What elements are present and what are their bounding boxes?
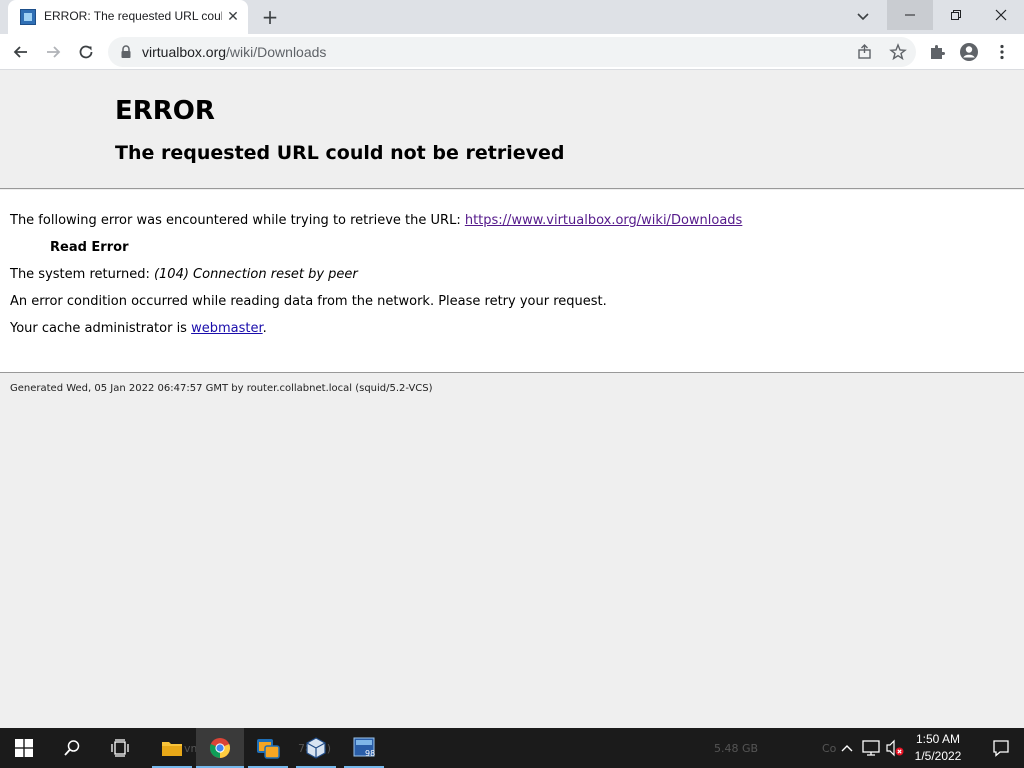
error-url-line: The following error was encountered whil… [10,213,742,228]
webmaster-link[interactable]: webmaster [191,321,263,336]
share-icon[interactable] [856,43,874,61]
taskbar: vms 78 (5) 5.48 GB Co [0,728,1024,768]
show-hidden-icons-button[interactable] [837,738,857,758]
clock-date: 1/5/2022 [914,749,962,763]
error-description: An error condition occurred while readin… [10,294,607,309]
network-icon [862,740,880,756]
arrow-left-icon [13,46,27,58]
file-explorer-button[interactable] [148,728,196,768]
clock-time: 1:50 AM [915,732,961,746]
search-icon [64,740,80,756]
lock-icon[interactable] [120,45,132,59]
cache-admin-period: . [262,321,267,336]
cache-admin-label: Your cache administrator is [10,321,192,336]
requested-url-link[interactable]: https://www.virtualbox.org/wiki/Download… [465,213,743,228]
bookmark-star-icon[interactable] [889,43,907,61]
favicon-icon [20,9,36,25]
system-returned-line: The system returned: (104) Connection re… [10,267,358,282]
chevron-down-icon [857,13,869,21]
tab-close-icon[interactable]: ✕ [224,8,242,26]
page-subtitle: The requested URL could not be retrieved [115,142,565,164]
new-tab-button[interactable]: + [258,5,282,29]
minimize-icon [905,14,915,16]
tab-search-button[interactable] [852,6,874,28]
error-header: ERROR The requested URL could not be ret… [0,71,1024,189]
network-tray-button[interactable] [861,738,881,758]
restore-button[interactable] [933,0,979,30]
start-button[interactable] [0,728,48,768]
error-body: The following error was encountered whil… [0,190,1024,373]
volume-tray-button[interactable] [885,738,905,758]
reload-icon [79,45,93,59]
virtualbox-button[interactable] [292,728,340,768]
search-button[interactable] [48,728,96,768]
page-title: ERROR [115,96,215,126]
taskbar-clock[interactable]: 1:50 AM 1/5/2022 [906,731,970,765]
vm-window-button[interactable]: 98 [340,728,388,768]
task-view-icon [111,739,129,757]
web-page: ERROR The requested URL could not be ret… [0,71,1024,728]
close-icon [995,9,1007,21]
url-host: virtualbox.org [142,44,227,60]
tab-strip: ERROR: The requested URL could not be re… [0,0,1024,34]
chevron-up-icon [841,745,853,752]
avatar-icon [960,43,978,61]
folder-icon [162,742,182,756]
virtualbox-icon [306,737,326,759]
browser-menu-button[interactable] [992,42,1012,62]
speaker-muted-icon [886,739,904,757]
url-text[interactable]: virtualbox.org/wiki/Downloads [142,44,326,60]
address-bar[interactable]: virtualbox.org/wiki/Downloads [108,37,916,67]
url-path: /wiki/Downloads [226,44,327,60]
tab-title: ERROR: The requested URL could not be re… [44,9,222,23]
error-type: Read Error [50,240,129,255]
chrome-icon [209,738,231,759]
chrome-button[interactable] [196,728,244,768]
back-button[interactable] [8,39,34,65]
kebab-menu-icon [1000,44,1004,60]
browser-toolbar: virtualbox.org/wiki/Downloads [0,34,1024,70]
profile-button[interactable] [959,42,979,62]
taskbar-ghost-label: Co [822,742,837,755]
action-center-button[interactable] [978,728,1024,768]
notification-icon [993,740,1009,757]
restore-icon [951,10,961,20]
cache-admin-line: Your cache administrator is webmaster. [10,321,267,336]
vm-window-icon: 98 [353,737,375,758]
close-window-button[interactable] [978,0,1024,30]
error-url-label: The following error was encountered whil… [10,213,465,228]
taskbar-ghost-size: 5.48 GB [714,742,759,755]
minimize-button[interactable] [887,0,933,30]
generated-footer: Generated Wed, 05 Jan 2022 06:47:57 GMT … [10,383,433,394]
system-returned-message: (104) Connection reset by peer [153,267,358,282]
task-view-button[interactable] [96,728,144,768]
windows-logo-icon [15,739,33,757]
system-returned-label: The system returned: [10,267,154,282]
reload-button[interactable] [73,39,99,65]
vm-badge: 98 [365,749,375,758]
arrow-right-icon [47,46,61,58]
browser-tab[interactable]: ERROR: The requested URL could not be re… [8,0,248,34]
remote-app-button[interactable] [244,728,292,768]
forward-button[interactable] [40,39,66,65]
window-app-icon [257,739,280,759]
puzzle-icon [931,45,945,59]
extensions-button[interactable] [927,42,947,62]
